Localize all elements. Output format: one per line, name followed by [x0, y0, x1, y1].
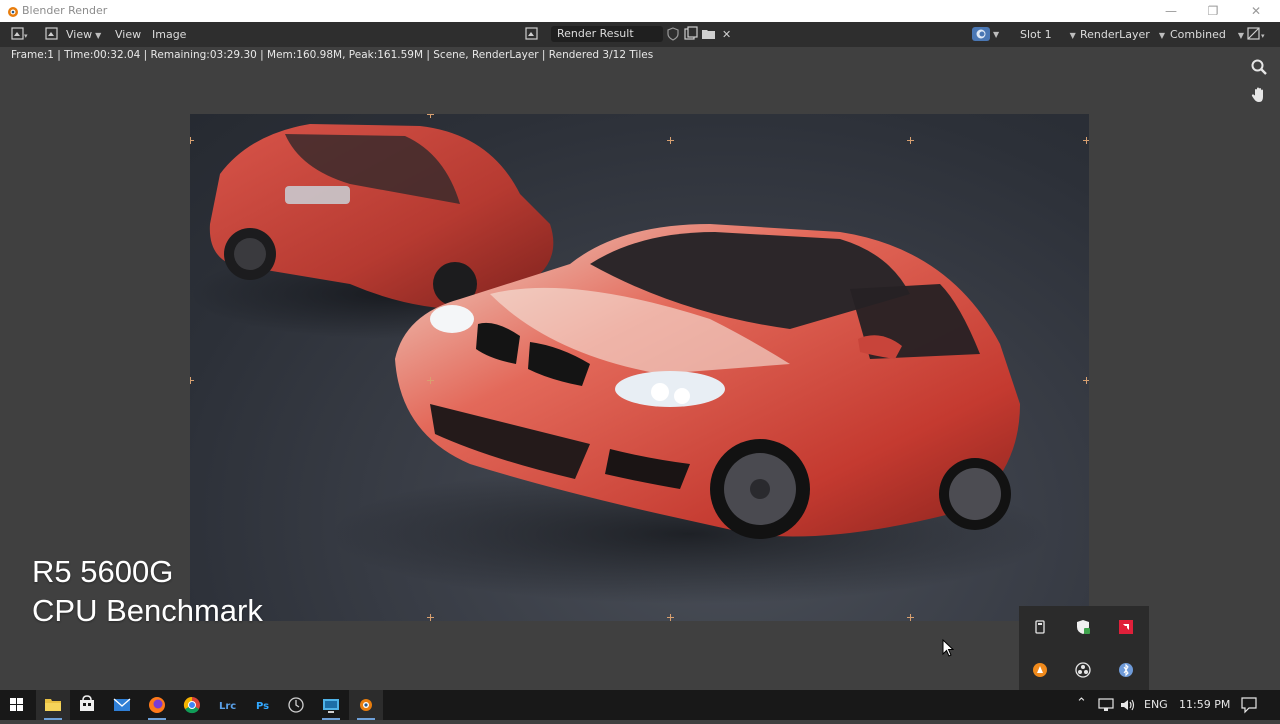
svg-text:Lrc: Lrc [219, 701, 236, 712]
slot-dropdown[interactable]: Slot 1 ▼ [1020, 26, 1076, 43]
slot-label: Slot 1 [1020, 28, 1052, 41]
chevron-down-icon[interactable]: ▼ [993, 26, 999, 43]
zoom-icon[interactable] [1250, 58, 1268, 76]
window-titlebar: Blender Render — ❐ ✕ [0, 0, 1280, 22]
hidden-tray-icons-popup [1019, 606, 1149, 690]
action-center-icon[interactable] [1240, 696, 1258, 714]
tile-marker [1083, 377, 1089, 384]
render-layer-label: RenderLayer [1080, 28, 1150, 41]
input-language[interactable]: ENG [1144, 698, 1168, 711]
tile-marker [427, 377, 434, 384]
taskbar-app-remote-desktop[interactable] [314, 690, 348, 720]
fake-user-shield-icon[interactable] [664, 26, 682, 42]
display-channels-icon[interactable] [971, 26, 991, 42]
network-icon[interactable] [1097, 697, 1115, 713]
tile-marker [427, 614, 434, 621]
view-mode-label: View [66, 28, 93, 41]
menu-view[interactable]: View [115, 26, 141, 43]
editor-type-icon[interactable]: ▾ [10, 26, 28, 42]
vlc-icon[interactable] [1032, 662, 1048, 678]
tile-marker [190, 377, 194, 384]
caption-benchmark-label: CPU Benchmark [32, 593, 263, 628]
tile-marker [907, 614, 914, 621]
show-hidden-icons-chevron-icon[interactable]: ⌃ [1076, 696, 1087, 711]
windows-taskbar: Lrc Ps ⌃ ENG 11:59 PM [0, 690, 1280, 720]
chevron-down-icon: ▼ [1237, 31, 1245, 40]
image-editor-header: ▾ View ▼ View Image Render Result ✕ ▼ Slo… [0, 22, 1280, 47]
amd-icon[interactable] [1118, 619, 1134, 635]
close-window-button[interactable]: ✕ [1245, 2, 1267, 20]
image-browse-icon[interactable] [524, 26, 542, 42]
open-folder-icon[interactable] [700, 26, 718, 42]
tile-marker [190, 137, 194, 144]
render-pass-label: Combined [1170, 28, 1226, 41]
window-title: Blender Render [22, 4, 108, 17]
caption-cpu-model: R5 5600G [32, 554, 174, 589]
tile-marker [667, 614, 674, 621]
restore-button[interactable]: ❐ [1202, 2, 1224, 20]
render-result-image [190, 114, 1089, 621]
usb-icon[interactable] [1032, 619, 1048, 635]
volume-icon[interactable] [1119, 697, 1137, 713]
defender-icon[interactable] [1075, 619, 1091, 635]
image-name-label: Render Result [557, 27, 634, 40]
car-render-illustration [190, 124, 1050, 604]
taskbar-app-chrome[interactable] [175, 690, 209, 720]
render-pass-dropdown[interactable]: Combined ▼ [1170, 26, 1244, 43]
svg-text:Ps: Ps [256, 701, 269, 712]
mail-icon [113, 698, 131, 711]
tile-marker [667, 137, 674, 144]
unlink-image-icon[interactable]: ✕ [722, 26, 731, 43]
taskbar-app-photoshop[interactable]: Ps [245, 690, 279, 720]
svg-text:▾: ▾ [24, 32, 28, 40]
tile-marker [907, 137, 914, 144]
file-explorer-icon [45, 699, 61, 711]
start-icon[interactable] [0, 690, 34, 720]
taskbar-app-firefox[interactable] [140, 690, 174, 720]
mouse-cursor-icon [942, 639, 954, 657]
photoshop-icon: Ps [256, 701, 269, 712]
benchmark-caption: R5 5600G CPU Benchmark [32, 552, 263, 630]
taskbar-app-file-explorer[interactable] [36, 690, 70, 720]
render-info-line: Frame:1 | Time:00:32.04 | Remaining:03:2… [11, 49, 654, 61]
clock-icon [288, 697, 304, 713]
chevron-down-icon: ▼ [1069, 31, 1076, 40]
bluetooth-icon[interactable] [1118, 662, 1134, 678]
minimize-button[interactable]: — [1160, 2, 1182, 20]
new-image-icon[interactable] [682, 26, 700, 42]
pan-hand-icon[interactable] [1250, 86, 1268, 104]
taskbar-app-blender[interactable] [349, 690, 383, 720]
blender-logo-icon [8, 7, 18, 17]
chrome-icon [183, 696, 200, 714]
taskbar-app-lightroom[interactable]: Lrc [210, 690, 244, 720]
view-mode-icon[interactable] [44, 26, 62, 42]
remote-desktop-icon [323, 699, 339, 713]
svg-text:▾: ▾ [1261, 32, 1265, 40]
tile-marker [1083, 137, 1089, 144]
menu-image[interactable]: Image [152, 26, 186, 43]
taskbar-app-clock[interactable] [279, 690, 313, 720]
obs-icon[interactable] [1075, 662, 1091, 678]
store-icon [80, 695, 94, 711]
system-clock[interactable]: 11:59 PM [1179, 698, 1230, 711]
tile-marker [427, 114, 434, 118]
taskbar-app-mail[interactable] [105, 690, 139, 720]
render-layer-dropdown[interactable]: RenderLayer ▼ [1080, 26, 1165, 43]
overlay-settings-icon[interactable]: ▾ [1246, 26, 1268, 42]
view-mode-dropdown[interactable]: View ▼ [66, 26, 101, 43]
chevron-down-icon: ▼ [1158, 31, 1165, 40]
lightroom-icon: Lrc [219, 701, 236, 712]
chevron-down-icon: ▼ [95, 31, 102, 40]
blender-icon [360, 699, 372, 711]
image-name-field[interactable]: Render Result [551, 26, 663, 42]
firefox-icon [149, 697, 165, 713]
taskbar-app-store[interactable] [70, 690, 104, 720]
